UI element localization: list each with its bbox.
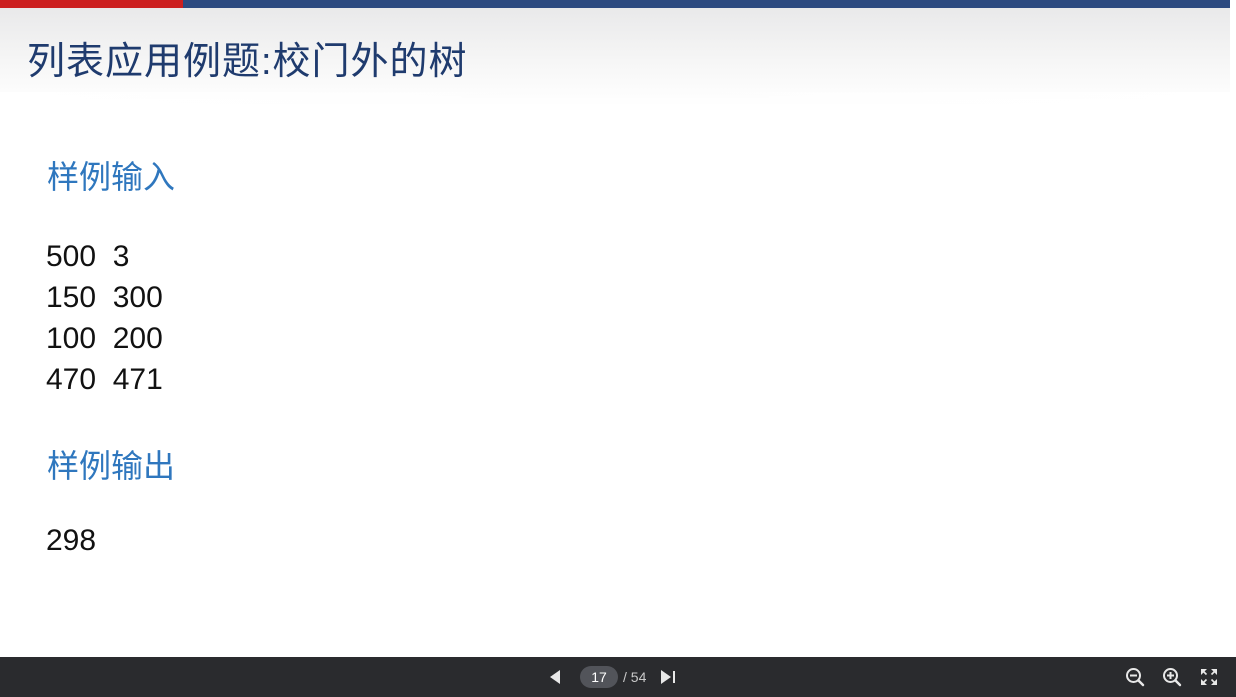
slide: 列表应用例题:校门外的树 样例输入 500 3 150 300 100 200 …	[0, 0, 1236, 657]
zoom-in-icon[interactable]	[1161, 666, 1183, 688]
next-page-icon[interactable]	[660, 669, 676, 685]
sample-input-block: 500 3 150 300 100 200 470 471	[46, 236, 163, 400]
page-navigation: 17 / 54	[548, 657, 676, 697]
zoom-out-icon[interactable]	[1124, 666, 1146, 688]
sample-output-heading: 样例输出	[47, 448, 176, 484]
sample-output-value: 298	[46, 524, 97, 557]
viewer-toolbar: 17 / 54	[0, 657, 1236, 697]
current-page-indicator[interactable]: 17	[580, 666, 618, 688]
sample-input-heading: 样例输入	[47, 159, 176, 195]
slide-title: 列表应用例题:校门外的树	[27, 41, 468, 83]
sample-input-line: 500 3	[46, 240, 130, 273]
total-pages-label: / 54	[623, 669, 647, 685]
sample-input-line: 150 300	[46, 281, 163, 314]
top-accent-bar	[0, 0, 1230, 8]
prev-page-icon[interactable]	[548, 669, 562, 685]
fullscreen-icon[interactable]	[1198, 666, 1220, 688]
sample-input-line: 470 471	[46, 363, 163, 396]
zoom-controls	[1124, 657, 1220, 697]
slide-right-edge	[1230, 0, 1236, 657]
top-accent-bar-red	[0, 0, 183, 8]
sample-input-line: 100 200	[46, 322, 163, 355]
